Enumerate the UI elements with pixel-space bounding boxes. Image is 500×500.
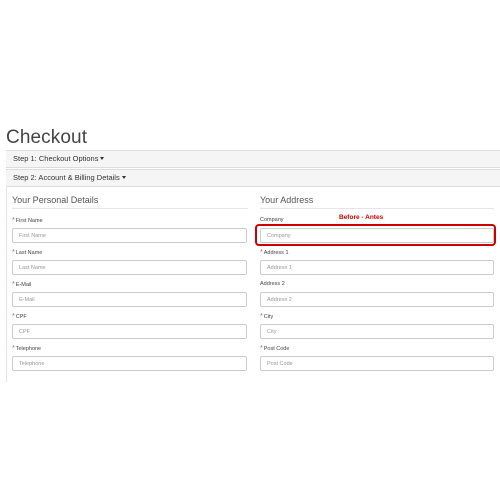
post-code-label: *Post Code bbox=[260, 345, 290, 352]
last-name-input[interactable] bbox=[12, 260, 247, 275]
annotation-label: Before - Antes bbox=[339, 214, 384, 221]
required-marker: * bbox=[260, 249, 263, 256]
caret-down-icon bbox=[100, 157, 105, 161]
page-title: Checkout bbox=[6, 127, 88, 148]
telephone-label: *Telephone bbox=[12, 345, 42, 352]
first-name-label: *First Name bbox=[12, 217, 43, 224]
address-1-label: *Address 1 bbox=[260, 249, 289, 256]
cpf-input[interactable] bbox=[12, 324, 247, 339]
city-input[interactable] bbox=[260, 324, 494, 339]
personal-details-divider bbox=[12, 208, 248, 209]
cpf-label: *CPF bbox=[12, 313, 27, 320]
email-input[interactable] bbox=[12, 292, 247, 307]
telephone-input[interactable] bbox=[12, 356, 247, 371]
required-marker: * bbox=[260, 345, 263, 352]
address-1-input[interactable] bbox=[260, 260, 494, 275]
post-code-input[interactable] bbox=[260, 356, 494, 371]
your-address-title: Your Address bbox=[260, 195, 314, 205]
step-2-account-billing-details[interactable]: Step 2: Account & Billing Details bbox=[6, 169, 500, 187]
company-label: Company bbox=[260, 217, 284, 223]
your-address-divider bbox=[260, 208, 494, 209]
personal-details-title: Your Personal Details bbox=[12, 195, 99, 205]
required-marker: * bbox=[12, 281, 15, 288]
required-marker: * bbox=[260, 313, 263, 320]
required-marker: * bbox=[12, 313, 15, 320]
email-label: *E-Mail bbox=[12, 281, 32, 288]
panel-border bbox=[6, 186, 7, 382]
step-2-label: Step 2: Account & Billing Details bbox=[13, 173, 120, 182]
required-marker: * bbox=[12, 217, 15, 224]
required-marker: * bbox=[12, 345, 15, 352]
last-name-label: *Last Name bbox=[12, 249, 43, 256]
address-2-input[interactable] bbox=[260, 292, 494, 307]
caret-down-icon bbox=[121, 176, 126, 180]
address-2-label: Address 2 bbox=[260, 281, 285, 287]
annotation-highlight-box bbox=[255, 224, 496, 246]
required-marker: * bbox=[12, 249, 15, 256]
city-label: *City bbox=[260, 313, 274, 320]
step-1-checkout-options[interactable]: Step 1: Checkout Options bbox=[6, 150, 500, 168]
first-name-input[interactable] bbox=[12, 228, 247, 243]
step-1-label: Step 1: Checkout Options bbox=[13, 154, 99, 163]
